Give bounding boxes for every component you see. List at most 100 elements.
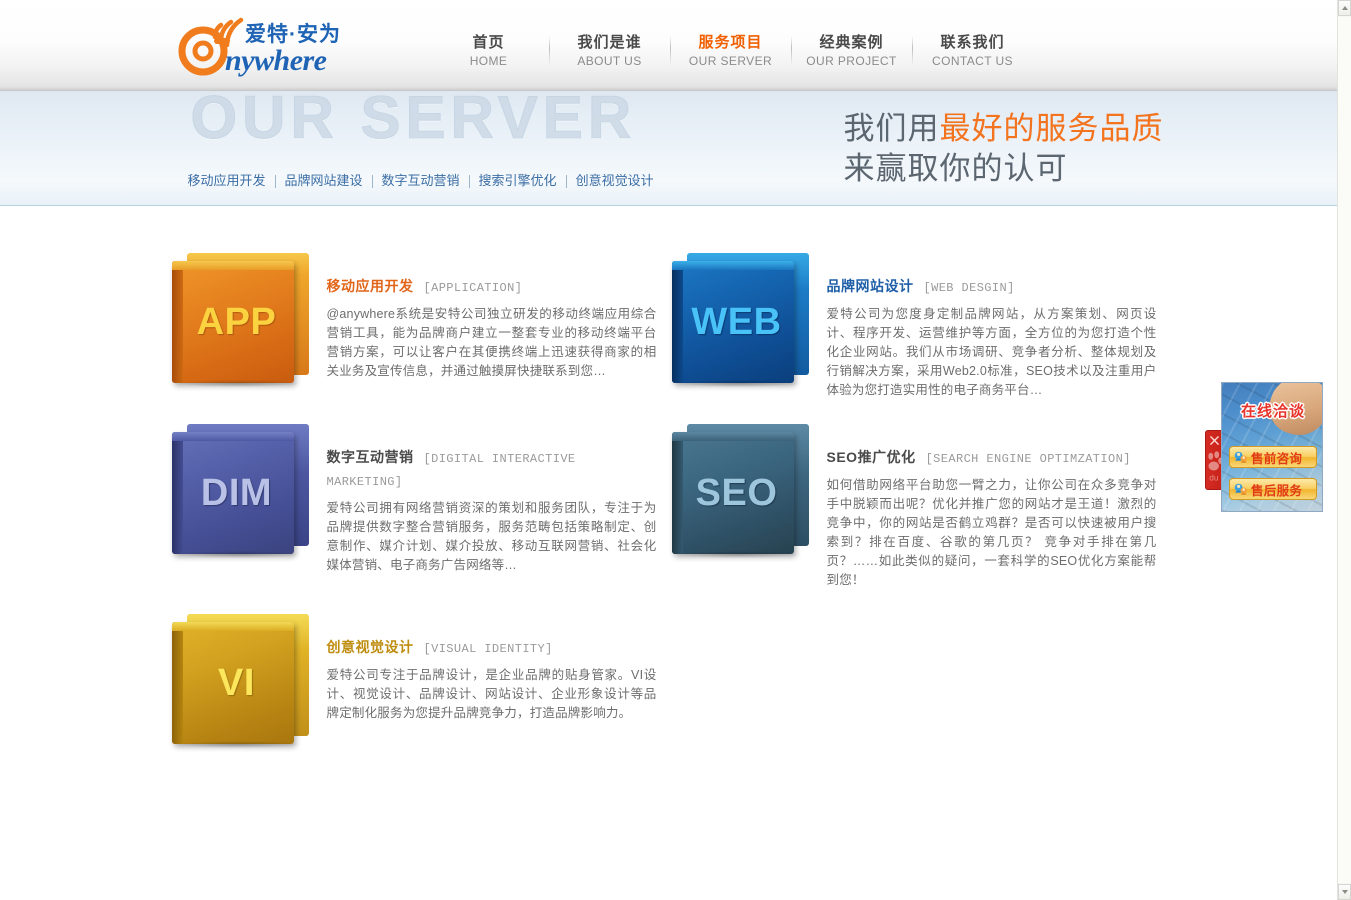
icon-spine [171,622,183,744]
icon-top-edge [671,432,794,441]
service-icon-wrap: WEB [669,251,814,399]
presales-consult-button[interactable]: 售前咨询 [1229,446,1317,468]
nav-item-home[interactable]: 首页 HOME [429,33,549,70]
icon-top-edge [671,261,794,270]
scroll-up-arrow-icon[interactable] [1338,0,1351,16]
nav-label-en: OUR PROJECT [806,54,897,68]
service-title: 品牌网站设计 [826,278,914,294]
page-banner: OUR SERVER 移动应用开发 品牌网站建设 数字互动营销 搜索引擎优化 创… [0,91,1337,206]
service-title-row: 数字互动营销 [DIGITAL INTERACTIVE MARKETING] [327,446,657,493]
aftersales-service-button[interactable]: 售后服务 [1229,478,1317,500]
service-title: 创意视觉设计 [326,639,414,655]
service-card-body: 创意视觉设计 [VISUAL IDENTITY] 爱特公司专注于品牌设计，是企业品… [314,612,657,760]
slogan-highlight: 最好的服务品质 [939,111,1164,146]
icon-front-face: VI [171,622,294,744]
icon-front-face: SEO [671,432,794,554]
nav-label-en: HOME [469,54,508,68]
dim-book-icon: DIM [169,422,314,567]
service-card-dim[interactable]: DIM 数字互动营销 [DIGITAL INTERACTIVE MARKETING… [169,422,669,590]
service-card-body: 移动应用开发 [APPLICATION] @anywhere系统是安特公司独立研发… [314,251,657,400]
vi-book-icon: VI [169,612,314,757]
icon-top-edge [171,432,294,441]
subnav-item-seo[interactable]: 搜索引擎优化 [470,173,566,189]
banner-ghost-title: OUR SERVER [190,91,637,152]
subnav-item-vi[interactable]: 创意视觉设计 [567,173,663,189]
icon-top-edge [171,261,294,270]
chat-button-label: 售前咨询 [1251,451,1303,466]
nav-item-about-us[interactable]: 我们是谁 ABOUT US [550,33,670,70]
app-book-icon: APP [169,251,314,396]
close-chat-tab[interactable]: du [1205,430,1222,490]
svg-text:nywhere: nywhere [225,44,327,77]
service-grid: APP 移动应用开发 [APPLICATION] @anywhere系统是安特公司… [169,251,1169,782]
online-chat-widget[interactable]: du 在线洽谈 售前咨询 售后服务 [1205,382,1323,512]
web-book-icon: WEB [669,251,814,396]
icon-front-face: DIM [171,432,294,554]
icon-spine [171,432,183,554]
service-card-vi[interactable]: VI 创意视觉设计 [VISUAL IDENTITY] 爱特公司专注于品牌设计，是… [169,612,669,760]
scroll-down-arrow-icon[interactable] [1338,884,1351,900]
service-title-en: [WEB DESGIN] [923,281,1015,295]
service-title-row: 移动应用开发 [APPLICATION] [327,275,657,299]
slogan-line-2: 来赢取你的认可 [843,151,1068,186]
service-title-en: [VISUAL IDENTITY] [423,642,553,656]
service-title: 数字互动营销 [326,449,414,465]
nav-item-contact-us[interactable]: 联系我们 CONTACT US [913,33,1033,70]
nav-label-cn: 服务项目 [698,34,763,51]
seo-book-icon: SEO [669,422,814,567]
baidu-paw-icon: du [1208,451,1222,482]
nav-item-our-server[interactable]: 服务项目 OUR SERVER [671,33,791,70]
vertical-scrollbar[interactable] [1337,0,1351,900]
service-title-en: [APPLICATION] [423,281,523,295]
service-card-body: SEO推广优化 [SEARCH ENGINE OPTIMZATION] 如何借助网… [814,422,1157,590]
nav-label-en: OUR SERVER [688,54,773,68]
service-card-body: 品牌网站设计 [WEB DESGIN] 爱特公司为您度身定制品牌网站，从方案策划、… [814,251,1157,400]
chat-panel-background: 在线洽谈 售前咨询 售后服务 [1221,382,1323,512]
icon-drop-shadow [674,551,801,558]
subnav-item-web[interactable]: 品牌网站建设 [276,173,372,189]
nav-item-our-project[interactable]: 经典案例 OUR PROJECT [792,33,912,70]
svg-text:爱特·安为: 爱特·安为 [245,22,341,46]
subnav-item-dim[interactable]: 数字互动营销 [373,173,469,189]
service-title: SEO推广优化 [826,449,916,465]
icon-drop-shadow [174,380,301,387]
icon-label: SEO [695,472,778,514]
service-card-app[interactable]: APP 移动应用开发 [APPLICATION] @anywhere系统是安特公司… [169,251,669,400]
main-navigation: 首页 HOME 我们是谁 ABOUT US 服务项目 OUR SERVER 经典… [429,33,1033,70]
service-description: @anywhere系统是安特公司独立研发的移动终端应用综合营销工具，能为品牌商户… [326,307,657,378]
icon-label: VI [218,662,255,704]
scrollbar-track[interactable] [1338,17,1351,883]
icon-drop-shadow [674,380,801,387]
sub-navigation: 移动应用开发 品牌网站建设 数字互动营销 搜索引擎优化 创意视觉设计 [179,173,663,189]
icon-label: WEB [691,301,782,343]
service-description: 爱特公司为您度身定制品牌网站，从方案策划、网页设计、程序开发、运营维护等方面，全… [826,307,1157,397]
banner-slogan: 我们用最好的服务品质 来赢取你的认可 [844,109,1164,189]
qq-contact-icon [1234,483,1247,495]
chat-button-label: 售后服务 [1251,483,1303,498]
qq-contact-icon [1234,451,1247,463]
page-root: 爱特·安为 nywhere 首页 HOME 我们是谁 ABOUT US 服务项目 [0,0,1337,900]
icon-label: DIM [200,472,273,514]
icon-spine [671,261,683,383]
service-card-web[interactable]: WEB 品牌网站设计 [WEB DESGIN] 爱特公司为您度身定制品牌网站，从方… [669,251,1169,400]
service-card-seo[interactable]: SEO SEO推广优化 [SEARCH ENGINE OPTIMZATION] 如… [669,422,1169,590]
main-content: APP 移动应用开发 [APPLICATION] @anywhere系统是安特公司… [169,206,1169,900]
service-icon-wrap: DIM [169,422,314,570]
service-card-body: 数字互动营销 [DIGITAL INTERACTIVE MARKETING] 爱特… [314,422,657,590]
icon-drop-shadow [174,741,301,748]
icon-label: APP [196,301,277,343]
icon-spine [671,432,683,554]
nav-label-en: CONTACT US [932,54,1013,68]
close-icon [1210,436,1219,445]
nav-label-cn: 经典案例 [819,34,884,51]
slogan-line-1: 我们用最好的服务品质 [844,109,1164,149]
service-icon-wrap: SEO [669,422,814,570]
site-logo[interactable]: 爱特·安为 nywhere [171,15,371,77]
slogan-text-a: 我们用 [843,111,940,146]
service-title-row: SEO推广优化 [SEARCH ENGINE OPTIMZATION] [827,446,1157,470]
nav-label-cn: 首页 [472,34,505,51]
subnav-item-app[interactable]: 移动应用开发 [179,173,275,189]
service-icon-wrap: APP [169,251,314,399]
nav-label-cn: 联系我们 [940,34,1005,51]
service-title-en: [SEARCH ENGINE OPTIMZATION] [925,452,1131,466]
